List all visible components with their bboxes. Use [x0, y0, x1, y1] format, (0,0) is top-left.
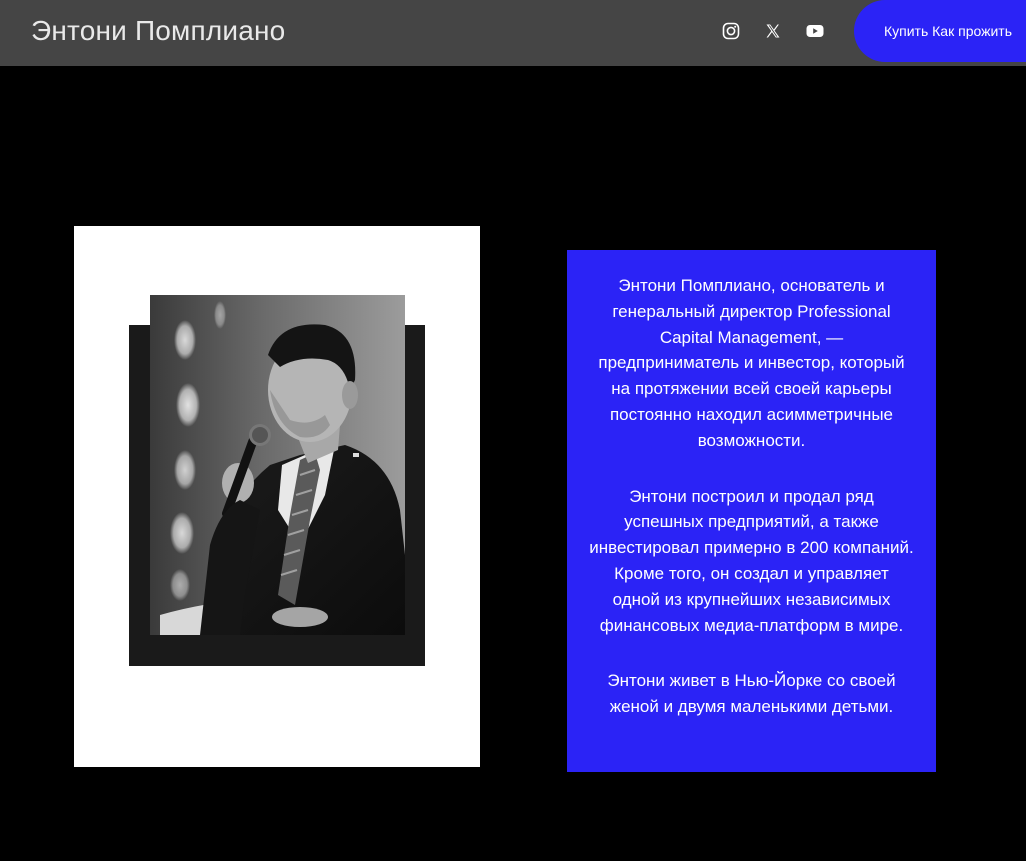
- instagram-icon[interactable]: [720, 20, 742, 42]
- bio-paragraph: Энтони построил и продал ряд успешных пр…: [589, 486, 914, 635]
- portrait-image: [150, 295, 405, 635]
- site-title[interactable]: Энтони Помплиано: [31, 14, 285, 48]
- photo-card: [74, 226, 480, 767]
- bio-paragraph: Энтони Помплиано, основатель и генеральн…: [598, 276, 905, 450]
- x-icon[interactable]: [762, 20, 784, 42]
- youtube-icon[interactable]: [804, 20, 826, 42]
- bio-card: Энтони Помплиано, основатель и генеральн…: [567, 250, 936, 772]
- portrait-photo: [150, 295, 405, 635]
- site-header: Энтони Помплиано Купить Как прожить: [0, 0, 1026, 66]
- page: Энтони Помплиано Купить Как прожить Энто…: [0, 0, 1026, 861]
- buy-book-button[interactable]: Купить Как прожить: [854, 0, 1026, 62]
- bio-paragraph: Энтони живет в Нью-Йорке со своей женой …: [607, 671, 896, 717]
